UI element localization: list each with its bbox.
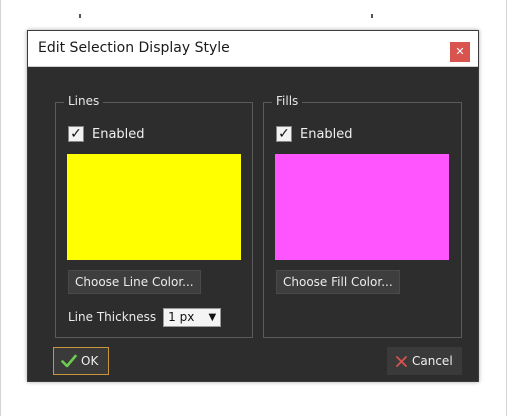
check-icon bbox=[61, 354, 77, 368]
close-icon: ✕ bbox=[455, 45, 465, 58]
lines-enabled-checkbox[interactable]: ✓ bbox=[68, 126, 84, 142]
lines-group: Lines ✓ Enabled Choose Line Color... Lin… bbox=[55, 94, 253, 338]
fill-color-swatch bbox=[275, 154, 449, 260]
line-thickness-label: Line Thickness bbox=[68, 310, 157, 324]
x-icon bbox=[395, 355, 408, 368]
cancel-label: Cancel bbox=[412, 354, 453, 368]
lines-enabled-row[interactable]: ✓ Enabled bbox=[68, 125, 145, 143]
line-thickness-row: Line Thickness 1 px ▼ bbox=[68, 306, 222, 328]
choose-fill-color-label: Choose Fill Color... bbox=[283, 275, 393, 289]
line-color-swatch bbox=[67, 154, 241, 260]
edit-selection-display-style-dialog: Edit Selection Display Style ✕ Lines ✓ E… bbox=[27, 30, 479, 382]
dialog-title: Edit Selection Display Style bbox=[38, 40, 230, 56]
lines-enabled-label: Enabled bbox=[92, 126, 145, 142]
fills-group: Fills ✓ Enabled Choose Fill Color... bbox=[263, 94, 462, 338]
line-thickness-select[interactable]: 1 px ▼ bbox=[163, 307, 222, 327]
dialog-titlebar: Edit Selection Display Style ✕ bbox=[28, 31, 478, 67]
close-button[interactable]: ✕ bbox=[450, 42, 470, 62]
fills-group-legend: Fills bbox=[272, 94, 303, 108]
line-thickness-value: 1 px bbox=[168, 309, 195, 324]
chevron-down-icon: ▼ bbox=[208, 311, 217, 323]
fills-enabled-label: Enabled bbox=[300, 126, 353, 142]
fills-enabled-checkbox[interactable]: ✓ bbox=[276, 126, 292, 142]
choose-line-color-button[interactable]: Choose Line Color... bbox=[68, 270, 201, 294]
lines-group-legend: Lines bbox=[64, 94, 104, 108]
checkmark-icon: ✓ bbox=[70, 126, 82, 142]
choose-fill-color-button[interactable]: Choose Fill Color... bbox=[276, 270, 400, 294]
cancel-button[interactable]: Cancel bbox=[387, 347, 462, 375]
ok-button[interactable]: OK bbox=[53, 347, 109, 375]
checkmark-icon: ✓ bbox=[278, 126, 290, 142]
ok-label: OK bbox=[81, 354, 99, 368]
choose-line-color-label: Choose Line Color... bbox=[75, 275, 194, 289]
fills-enabled-row[interactable]: ✓ Enabled bbox=[276, 125, 353, 143]
